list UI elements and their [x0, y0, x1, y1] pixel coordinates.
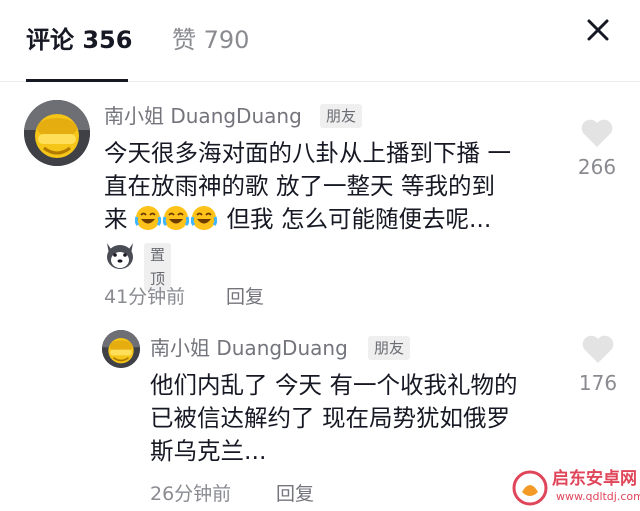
- comment-text-line: 来 但我 怎么可能随便去呢...: [104, 203, 491, 240]
- avatar-image: [102, 330, 140, 368]
- tab-comments[interactable]: 评论 356: [26, 24, 132, 56]
- avatar[interactable]: [102, 330, 140, 368]
- like-count: 176: [578, 371, 618, 395]
- laughing-crying-emoji-icon: [134, 205, 162, 240]
- close-button[interactable]: [582, 14, 614, 46]
- comment-tabs-bar: 评论 356 赞 790: [0, 0, 640, 82]
- comment-text-line: 今天很多海对面的八卦从上播到下播 一: [104, 139, 511, 167]
- comment-text-line: 斯乌克兰...: [150, 437, 267, 465]
- watermark-name: 启东安卓网: [552, 469, 637, 489]
- heart-icon: [581, 119, 613, 147]
- comment-text-line: 直在放雨神的歌 放了一整天 等我的到: [104, 172, 495, 200]
- comment-author[interactable]: 南小姐 DuangDuang: [104, 103, 302, 129]
- avatar[interactable]: [24, 100, 90, 166]
- laughing-crying-emoji-icon: [162, 205, 190, 240]
- like-button[interactable]: 176: [573, 334, 623, 396]
- like-count: 266: [577, 155, 617, 179]
- friend-badge: 朋友: [368, 336, 411, 360]
- friend-badge: 朋友: [320, 104, 363, 128]
- reply-button[interactable]: 回复: [226, 284, 264, 310]
- close-icon: [587, 19, 609, 41]
- comment-text-fragment: 但我 怎么可能随便去呢...: [226, 205, 492, 233]
- heart-icon: [582, 335, 614, 363]
- comment-text-line: 已被信达解约了 现在局势犹如俄罗: [150, 404, 510, 432]
- like-button[interactable]: 266: [572, 118, 622, 180]
- husky-avatar-icon: [107, 243, 133, 269]
- laughing-crying-emoji-icon: [190, 205, 218, 240]
- quandong-anzhuo-logo-icon: [512, 470, 548, 506]
- comment-author[interactable]: 南小姐 DuangDuang: [150, 335, 348, 361]
- comment-text-line: 他们内乱了 今天 有一个收我礼物的: [150, 371, 518, 399]
- avatar-image: [24, 100, 90, 166]
- comment-time: 41分钟前: [104, 286, 186, 308]
- watermark-url: www.qdltdj.com: [556, 490, 640, 503]
- watermark: 启东安卓网 www.qdltdj.com: [512, 468, 640, 508]
- active-tab-indicator: [26, 79, 128, 82]
- reply-button[interactable]: 回复: [276, 481, 314, 507]
- comment-text-fragment: 来: [104, 205, 128, 233]
- comment-time: 26分钟前: [150, 483, 232, 505]
- tab-likes[interactable]: 赞 790: [172, 24, 249, 56]
